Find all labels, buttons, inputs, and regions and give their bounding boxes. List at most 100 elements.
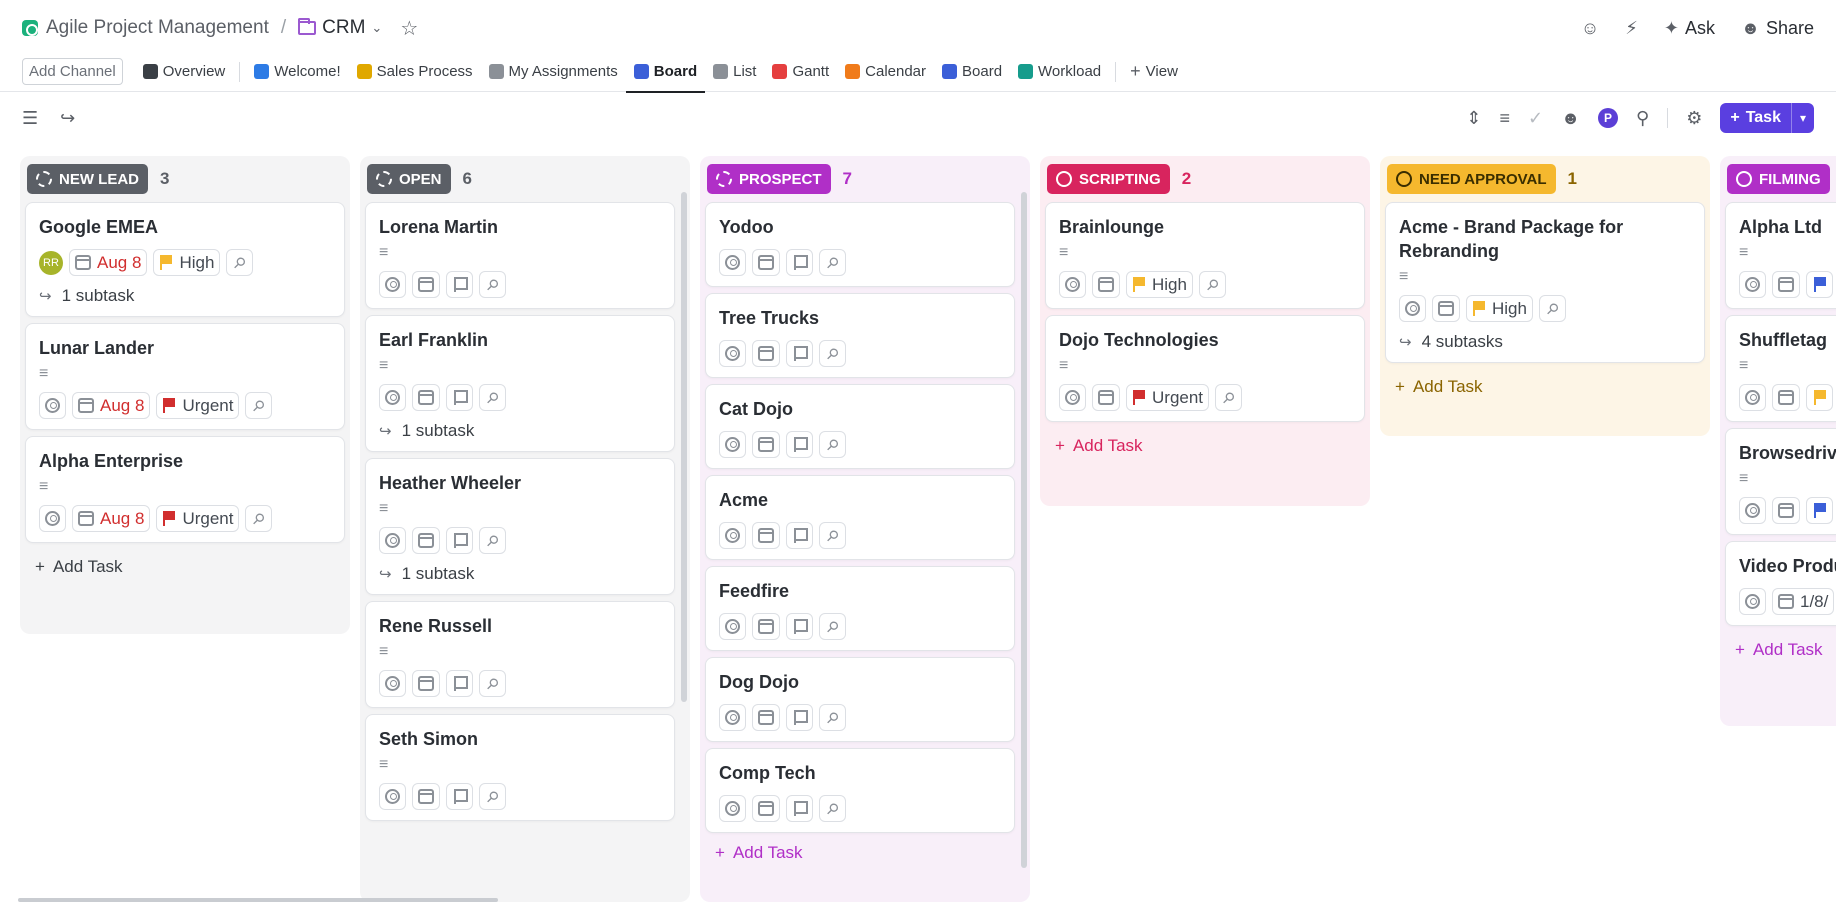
task-title[interactable]: Tree Trucks [719, 306, 1001, 330]
due-date-chip[interactable] [752, 522, 780, 549]
assignee-chip[interactable] [1739, 384, 1766, 411]
status-pill[interactable]: SCRIPTING [1047, 164, 1170, 194]
column-scrollbar[interactable] [1021, 192, 1027, 868]
priority-chip[interactable] [446, 271, 473, 298]
task-title[interactable]: Alpha Enterprise [39, 449, 331, 473]
avatar[interactable]: P [1598, 108, 1619, 128]
priority-chip[interactable]: Urgent [156, 392, 240, 419]
task-card[interactable]: Alpha Enterprise ≡ Aug 8 Urgent ⚲ [25, 436, 345, 543]
task-card[interactable]: Cat Dojo ⚲ [705, 384, 1015, 469]
status-pill[interactable]: OPEN [367, 164, 451, 194]
tag-chip[interactable]: ⚲ [226, 249, 254, 276]
task-card[interactable]: Dojo Technologies ≡ Urgent ⚲ [1045, 315, 1365, 422]
tag-chip[interactable]: ⚲ [819, 249, 846, 276]
assignee-chip[interactable] [1739, 497, 1766, 524]
task-card[interactable]: Yodoo ⚲ [705, 202, 1015, 287]
horizontal-scrollbar[interactable] [18, 898, 498, 902]
tag-chip[interactable]: ⚲ [819, 431, 846, 458]
task-title[interactable]: Dog Dojo [719, 670, 1001, 694]
tag-chip[interactable]: ⚲ [479, 527, 506, 554]
due-date-chip[interactable] [412, 271, 440, 298]
priority-chip[interactable] [786, 795, 813, 822]
assignee-chip[interactable] [379, 670, 406, 697]
gear-icon[interactable]: ⚙ [1686, 108, 1702, 129]
add-view-button[interactable]: + View [1122, 52, 1186, 92]
due-date-chip[interactable] [752, 795, 780, 822]
assignee-chip[interactable] [719, 704, 746, 731]
task-title[interactable]: Yodoo [719, 215, 1001, 239]
add-task-main[interactable]: + Task [1720, 103, 1791, 133]
task-title[interactable]: Lunar Lander [39, 336, 331, 360]
status-pill[interactable]: NEW LEAD [27, 164, 148, 194]
due-date-chip[interactable] [1772, 271, 1800, 298]
task-title[interactable]: Brainlounge [1059, 215, 1351, 239]
lightning-icon[interactable]: ⚡ [1625, 18, 1638, 39]
breadcrumb-folder[interactable]: CRM ⌄ [298, 17, 382, 39]
due-date-chip[interactable] [412, 527, 440, 554]
subtask-toggle[interactable]: ↪ 1 subtask [379, 421, 661, 441]
task-card[interactable]: Tree Trucks ⚲ [705, 293, 1015, 378]
task-title[interactable]: Cat Dojo [719, 397, 1001, 421]
priority-chip[interactable]: Urgent [156, 505, 240, 532]
priority-chip[interactable]: High [1466, 295, 1533, 322]
tab-welcome[interactable]: Welcome! [246, 52, 348, 92]
tag-chip[interactable]: ⚲ [1538, 295, 1566, 322]
assignee-chip[interactable] [719, 249, 746, 276]
add-task-link[interactable]: + Add Task [1725, 626, 1836, 668]
task-title[interactable]: Shuffletag [1739, 328, 1836, 352]
tag-chip[interactable]: ⚲ [245, 505, 273, 532]
assignee-chip[interactable] [379, 384, 406, 411]
task-card[interactable]: Brainlounge ≡ High ⚲ [1045, 202, 1365, 309]
layers-icon[interactable]: ☰ [22, 108, 38, 129]
priority-chip[interactable] [446, 527, 473, 554]
column-scrollbar[interactable] [681, 192, 687, 702]
tag-chip[interactable]: ⚲ [1215, 384, 1243, 411]
assignee-chip[interactable] [379, 527, 406, 554]
due-date-chip[interactable] [1772, 384, 1800, 411]
due-date-chip[interactable]: Aug 8 [72, 505, 151, 532]
tab-overview[interactable]: Overview [135, 52, 234, 92]
assignee-chip[interactable] [379, 783, 406, 810]
assignees-icon[interactable]: ☻ [1561, 108, 1580, 129]
due-date-chip[interactable] [1772, 497, 1800, 524]
task-card[interactable]: Seth Simon ≡ ⚲ [365, 714, 675, 821]
tag-chip[interactable]: ⚲ [819, 704, 846, 731]
tag-chip[interactable]: ⚲ [819, 613, 846, 640]
tab-workload[interactable]: Workload [1010, 52, 1109, 92]
filter-icon[interactable]: ≡ [1499, 108, 1510, 129]
task-card[interactable]: Acme - Brand Package for Rebranding ≡ Hi… [1385, 202, 1705, 363]
task-title[interactable]: Rene Russell [379, 614, 661, 638]
task-card[interactable]: Shuffletag ≡ [1725, 315, 1836, 422]
task-card[interactable]: Heather Wheeler ≡ ⚲ ↪ 1 subtask [365, 458, 675, 595]
add-task-link[interactable]: + Add Task [1385, 363, 1705, 405]
subtasks-icon[interactable]: ↪ [60, 108, 75, 129]
tag-chip[interactable]: ⚲ [1198, 271, 1226, 298]
task-title[interactable]: Heather Wheeler [379, 471, 661, 495]
due-date-chip[interactable] [1432, 295, 1460, 322]
task-card[interactable]: Video Produ 1/8/ [1725, 541, 1836, 626]
add-task-link[interactable]: + Add Task [705, 833, 1025, 871]
chevron-down-icon[interactable]: ⌄ [371, 20, 382, 36]
task-card[interactable]: Acme ⚲ [705, 475, 1015, 560]
due-date-chip[interactable] [1092, 271, 1120, 298]
assignee-chip[interactable] [39, 392, 66, 419]
assignee-chip[interactable] [719, 613, 746, 640]
closed-tasks-icon[interactable]: ✓ [1528, 108, 1543, 129]
assignee-chip[interactable] [1399, 295, 1426, 322]
task-title[interactable]: Feedfire [719, 579, 1001, 603]
assignee-chip[interactable] [719, 795, 746, 822]
add-channel-button[interactable]: Add Channel [22, 58, 123, 85]
assignee-chip[interactable] [1059, 271, 1086, 298]
tag-chip[interactable]: ⚲ [479, 783, 506, 810]
due-date-chip[interactable] [1092, 384, 1120, 411]
task-title[interactable]: Acme [719, 488, 1001, 512]
assignee-chip[interactable] [1059, 384, 1086, 411]
due-date-chip[interactable]: Aug 8 [72, 392, 151, 419]
priority-chip[interactable] [1806, 271, 1833, 298]
task-title[interactable]: Alpha Ltd [1739, 215, 1836, 239]
star-icon[interactable]: ☆ [400, 16, 418, 41]
task-title[interactable]: Video Produ [1739, 554, 1836, 578]
priority-chip[interactable] [786, 431, 813, 458]
task-title[interactable]: Earl Franklin [379, 328, 661, 352]
task-title[interactable]: Browsedrive [1739, 441, 1836, 465]
